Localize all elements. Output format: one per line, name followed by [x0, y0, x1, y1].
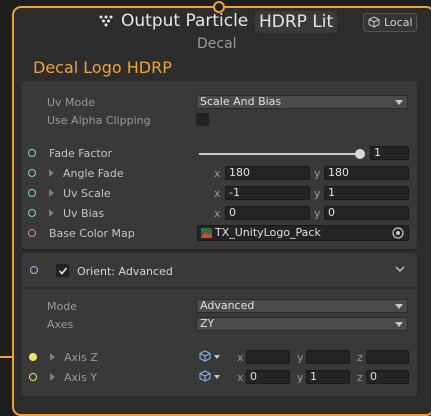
orient-axes-value: ZY	[200, 317, 215, 330]
axis-y-z-label: z	[357, 371, 363, 384]
orient-block-port[interactable]	[30, 266, 38, 274]
axis-z-z-label: z	[357, 351, 363, 364]
expand-axis-z-icon[interactable]	[50, 353, 55, 361]
axis-z-x-label: x	[237, 351, 244, 364]
angle-fade-x-label: x	[214, 167, 221, 180]
uv-scale-port[interactable]	[28, 189, 36, 197]
orient-axes-label: Axes	[47, 318, 74, 331]
orient-enabled-checkbox[interactable]	[56, 264, 69, 277]
local-space-icon	[368, 16, 380, 28]
uv-scale-x-field[interactable]: -1	[225, 186, 310, 200]
expand-uv-bias-icon[interactable]	[49, 209, 54, 217]
angle-fade-label: Angle Fade	[63, 167, 124, 180]
dropdown-arrow-icon	[395, 304, 403, 309]
expand-axis-y-icon[interactable]	[50, 373, 55, 381]
angle-fade-port[interactable]	[28, 169, 36, 177]
uv-scale-x-label: x	[214, 187, 221, 200]
axis-y-y-field[interactable]: 1	[306, 370, 350, 384]
alpha-clipping-label: Use Alpha Clipping	[47, 114, 151, 127]
axis-y-x-label: x	[237, 371, 244, 384]
base-color-map-label: Base Color Map	[49, 227, 135, 240]
node-name-label[interactable]: Decal Logo HDRP	[33, 58, 172, 77]
angle-fade-y-field[interactable]: 180	[324, 166, 409, 180]
dropdown-arrow-icon	[395, 100, 403, 105]
uv-scale-y-label: y	[314, 187, 321, 200]
uv-scale-label: Uv Scale	[63, 187, 111, 200]
angle-fade-y-label: y	[314, 167, 321, 180]
orient-mode-value: Advanced	[200, 299, 255, 312]
axis-z-y-label: y	[297, 351, 304, 364]
incoming-edge	[0, 356, 12, 358]
axis-y-port[interactable]	[29, 373, 37, 381]
chevron-down-icon[interactable]	[395, 266, 405, 273]
orient-mode-label: Mode	[47, 300, 77, 313]
uv-mode-label: Uv Mode	[47, 96, 96, 109]
expand-uv-scale-icon[interactable]	[49, 189, 54, 197]
alpha-clipping-checkbox[interactable]	[196, 113, 209, 126]
node-title-badge: HDRP Lit	[255, 11, 338, 33]
particle-output-icon	[99, 15, 113, 30]
uv-mode-value: Scale And Bias	[200, 95, 282, 108]
base-color-map-port[interactable]	[28, 229, 36, 237]
node-subtitle: Decal	[197, 36, 237, 52]
fade-factor-slider-knob[interactable]	[355, 149, 365, 159]
expand-angle-fade-icon[interactable]	[49, 169, 54, 177]
block-separator	[22, 249, 417, 251]
orient-block-title: Orient: Advanced	[77, 265, 173, 278]
uv-bias-y-field[interactable]: 0	[324, 206, 409, 220]
uv-bias-port[interactable]	[28, 209, 36, 217]
fade-factor-port[interactable]	[28, 149, 36, 157]
axis-z-x-field[interactable]	[246, 350, 290, 364]
uv-scale-y-field[interactable]: 1	[324, 186, 409, 200]
vector-space-icon[interactable]	[199, 350, 221, 363]
orient-mode-dropdown[interactable]: Advanced	[196, 299, 408, 313]
object-picker-icon[interactable]	[392, 227, 404, 239]
checkmark-icon	[58, 267, 68, 275]
uv-bias-x-field[interactable]: 0	[225, 206, 310, 220]
fade-factor-slider-fill	[199, 153, 357, 155]
orient-axes-dropdown[interactable]: ZY	[196, 317, 408, 331]
angle-fade-x-field[interactable]: 180	[225, 166, 310, 180]
axis-y-label: Axis Y	[64, 371, 98, 384]
space-toggle-label: Local	[384, 16, 413, 29]
axis-y-z-field[interactable]: 0	[366, 370, 409, 384]
axis-z-label: Axis Z	[64, 351, 98, 364]
dropdown-arrow-icon	[395, 322, 403, 327]
fade-factor-field[interactable]: 1	[370, 146, 409, 160]
vector-space-icon[interactable]	[199, 370, 221, 383]
axis-z-port[interactable]	[29, 353, 37, 361]
axis-z-z-field[interactable]	[366, 350, 409, 364]
base-color-map-field[interactable]: TX_UnityLogo_Pack	[197, 225, 409, 241]
fade-factor-label: Fade Factor	[49, 147, 112, 160]
texture-icon	[201, 228, 212, 238]
node-title: Output Particle	[121, 11, 249, 31]
uv-bias-y-label: y	[314, 207, 321, 220]
uv-bias-label: Uv Bias	[63, 207, 105, 220]
uv-mode-dropdown[interactable]: Scale And Bias	[196, 95, 408, 109]
base-color-map-value: TX_UnityLogo_Pack	[215, 226, 321, 239]
space-toggle-button[interactable]: Local	[363, 13, 417, 32]
axis-y-x-field[interactable]: 0	[246, 370, 290, 384]
axis-z-y-field[interactable]	[306, 350, 350, 364]
uv-bias-x-label: x	[214, 207, 221, 220]
axis-y-y-label: y	[297, 371, 304, 384]
